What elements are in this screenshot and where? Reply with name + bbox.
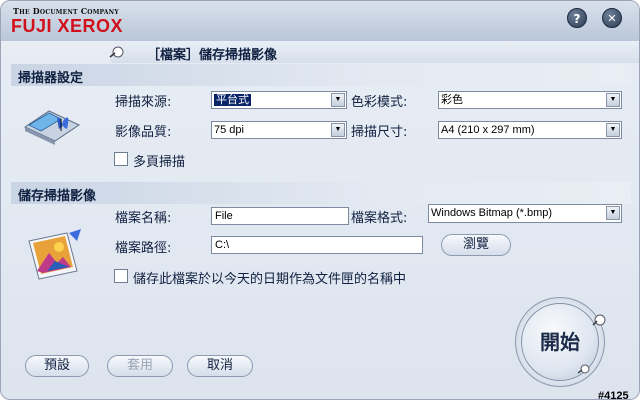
browse-button[interactable]: 瀏覽 [441, 234, 511, 256]
save-settings-header [11, 182, 631, 204]
pin-icon [109, 45, 125, 63]
chevron-down-icon[interactable]: ▼ [606, 123, 620, 137]
scanner-settings-header [11, 64, 631, 86]
path-label: 檔案路徑: [115, 241, 172, 256]
scan-size-select[interactable]: A4 (210 x 297 mm) ▼ [438, 121, 622, 139]
save-settings-title: 儲存掃描影像 [18, 189, 97, 204]
color-mode-label: 色彩模式: [351, 95, 408, 110]
chevron-down-icon[interactable]: ▼ [606, 93, 620, 107]
color-mode-select[interactable]: 彩色 ▼ [438, 91, 622, 109]
logo-tagline: The Document Company [13, 6, 119, 16]
chevron-down-icon[interactable]: ▼ [331, 123, 345, 137]
cancel-button[interactable]: 取消 [187, 355, 253, 377]
source-select[interactable]: 平台式 ▼ [211, 91, 347, 109]
chevron-down-icon[interactable]: ▼ [331, 93, 345, 107]
date-folder-checkbox[interactable] [114, 269, 128, 283]
chevron-down-icon[interactable]: ▼ [606, 206, 620, 220]
format-label: 檔案格式: [351, 211, 408, 226]
filename-label: 檔案名稱: [115, 211, 172, 226]
date-folder-label: 儲存此檔案於以今天的日期作為文件匣的名稱中 [133, 272, 407, 287]
close-button[interactable]: ✕ [602, 8, 622, 28]
multi-page-label: 多頁掃描 [133, 155, 186, 170]
format-value: Windows Bitmap (*.bmp) [431, 207, 553, 219]
path-field[interactable]: C:\ [211, 236, 423, 254]
color-mode-value: 彩色 [441, 94, 463, 106]
scan-size-value: A4 (210 x 297 mm) [441, 124, 535, 136]
quality-label: 影像品質: [115, 125, 172, 140]
image-save-icon [25, 227, 85, 281]
scan-size-label: 掃描尺寸: [351, 125, 408, 140]
source-label: 掃描來源: [115, 95, 172, 110]
scanner-settings-title: 掃描器設定 [18, 71, 84, 86]
quality-value: 75 dpi [214, 124, 244, 136]
scanner-icon [21, 99, 83, 145]
multi-page-checkbox[interactable] [114, 152, 128, 166]
pin-icon [591, 313, 609, 331]
pin-icon [577, 363, 591, 379]
brand-logo: FUJI XEROX [11, 16, 124, 36]
format-select[interactable]: Windows Bitmap (*.bmp) ▼ [428, 204, 622, 223]
filename-field[interactable]: File [211, 207, 349, 225]
default-button[interactable]: 預設 [25, 355, 89, 377]
apply-button[interactable]: 套用 [107, 355, 173, 377]
source-value: 平台式 [214, 94, 251, 106]
screen-id: #4125 [598, 390, 629, 402]
quality-select[interactable]: 75 dpi ▼ [211, 121, 347, 139]
page-title: ［檔案］儲存掃描影像 [147, 48, 278, 63]
help-button[interactable]: ? [567, 8, 587, 28]
dialog-window: The Document Company FUJI XEROX ? ✕ ［檔案］… [0, 0, 640, 400]
